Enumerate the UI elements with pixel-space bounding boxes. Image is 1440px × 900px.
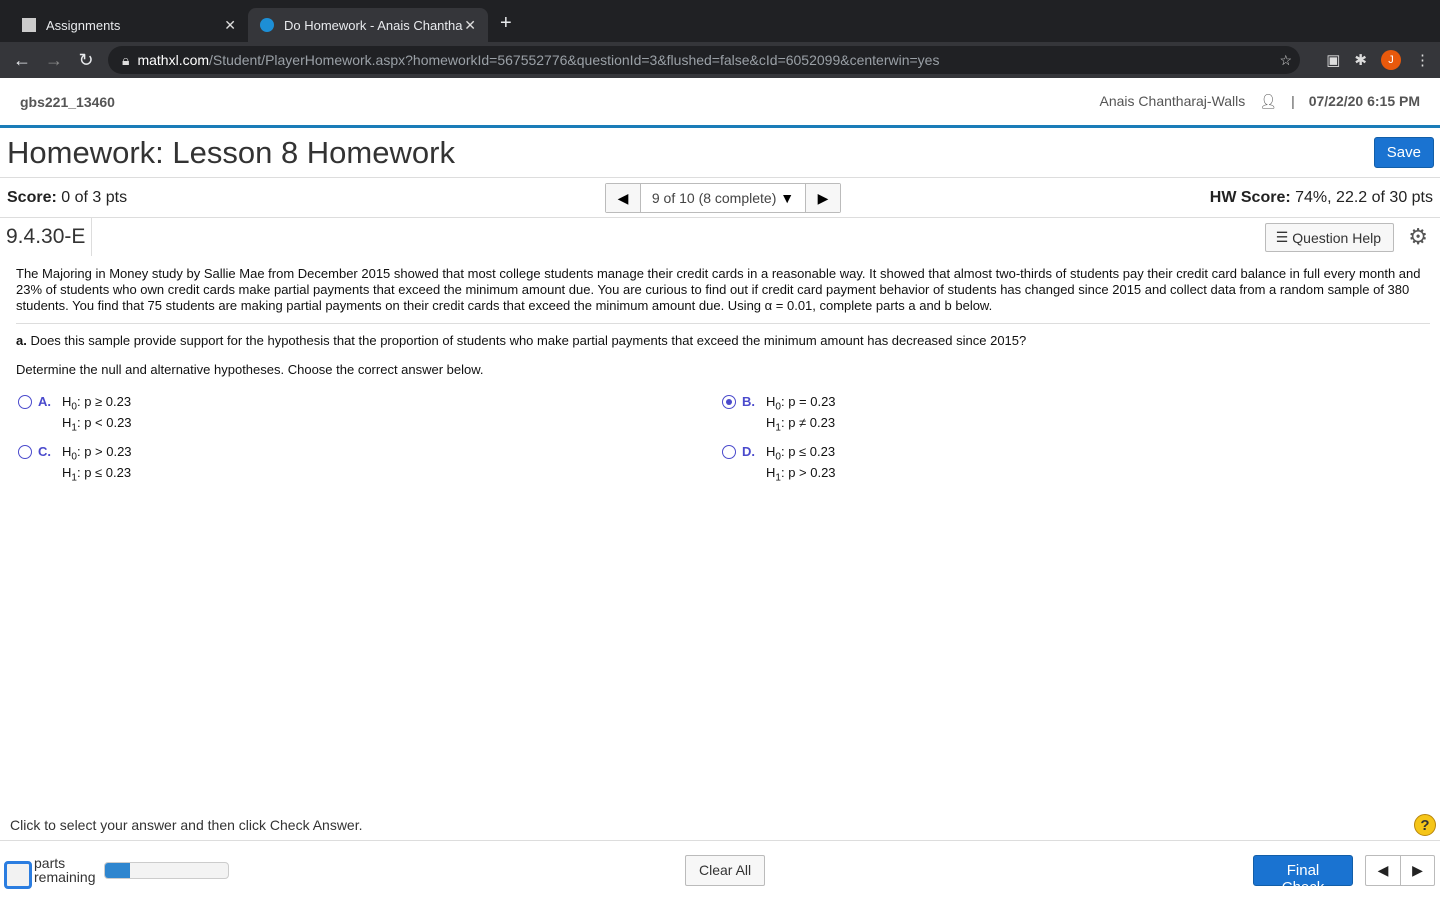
question-help-button[interactable]: ☰ Question Help	[1264, 223, 1394, 252]
footer-question-nav: ◀ ▶	[1365, 855, 1435, 886]
alt-hypothesis: p ≤ 0.23	[84, 465, 132, 480]
choice-letter: D.	[742, 444, 755, 459]
choice-instruction: Determine the null and alternative hypot…	[16, 362, 484, 377]
question-navigator: ◀ 9 of 10 (8 complete) ▼ ▶	[605, 183, 841, 213]
prev-question-button[interactable]: ◀	[1366, 856, 1400, 885]
url-host: mathxl.com	[137, 52, 210, 68]
user-name: Anais Chantharaj-Walls	[1099, 93, 1246, 109]
next-question-button[interactable]: ▶	[1400, 856, 1434, 885]
radio-d[interactable]	[722, 445, 736, 459]
close-icon[interactable]: ✕	[464, 17, 476, 34]
datetime: 07/22/20 6:15 PM	[1308, 93, 1420, 109]
next-question-button[interactable]: ▶	[806, 184, 840, 212]
alt-hypothesis: p ≠ 0.23	[788, 415, 836, 430]
puzzle-icon[interactable]: ✱	[1354, 51, 1367, 69]
back-icon[interactable]: ←	[6, 50, 38, 71]
footer-bar: parts remaining Clear All Final Check ◀ ▶	[0, 840, 1440, 900]
browser-tab-bar: Assignments ✕ Do Homework - Anais Chanth…	[0, 0, 1440, 42]
final-check-button[interactable]: Final Check	[1253, 855, 1353, 896]
alt-hypothesis: p > 0.23	[788, 465, 836, 480]
parts-progress-bar	[104, 862, 229, 879]
radio-a[interactable]	[18, 395, 32, 409]
null-hypothesis: p = 0.23	[788, 394, 836, 409]
question-help-label: Question Help	[1292, 229, 1381, 246]
parts-line-2: remaining	[34, 869, 96, 885]
gear-icon[interactable]: ⚙	[1408, 224, 1428, 250]
radio-b[interactable]	[722, 395, 736, 409]
choice-a[interactable]: A. H0: p ≥ 0.23 H1: p < 0.23	[18, 394, 132, 436]
new-tab-icon[interactable]: +	[500, 12, 512, 35]
star-icon[interactable]: ☆	[1279, 52, 1292, 69]
tab-do-homework[interactable]: Do Homework - Anais Chantha ✕	[248, 8, 488, 42]
close-icon[interactable]: ✕	[224, 17, 236, 34]
tab-label: Assignments	[46, 17, 121, 33]
choice-b[interactable]: B. H0: p = 0.23 H1: p ≠ 0.23	[722, 394, 836, 436]
score-label: Score:	[7, 188, 57, 206]
course-id: gbs221_13460	[20, 93, 115, 110]
list-icon: ☰	[1275, 229, 1289, 245]
score-value: 0 of 3 pts	[61, 188, 128, 206]
alt-hypothesis: p < 0.23	[84, 415, 132, 430]
extension-icon[interactable]: ▣	[1326, 51, 1340, 69]
null-hypothesis: p ≥ 0.23	[84, 394, 132, 409]
question-position: 9 of 10 (8 complete)	[651, 190, 777, 206]
null-hypothesis: p > 0.23	[84, 444, 132, 459]
progress-fill	[105, 863, 130, 878]
parts-remaining-label: parts remaining	[34, 856, 95, 884]
choice-letter: C.	[38, 444, 51, 459]
help-icon[interactable]: ?	[1414, 814, 1436, 836]
question-id: 9.4.30-E	[6, 218, 93, 256]
forward-icon[interactable]: →	[38, 50, 70, 71]
page-title: Homework: Lesson 8 Homework	[7, 134, 455, 170]
part-a-question: Does this sample provide support for the…	[26, 333, 1027, 348]
question-select[interactable]: 9 of 10 (8 complete) ▼	[640, 184, 806, 212]
tab-assignments[interactable]: Assignments ✕	[10, 8, 248, 42]
footer-instruction: Click to select your answer and then cli…	[10, 817, 363, 833]
tab-label: Do Homework - Anais Chantha	[284, 17, 463, 33]
user-icon: 👤︎	[1259, 93, 1278, 109]
part-a-label: a.	[16, 333, 27, 348]
caret-down-icon: ▼	[780, 190, 795, 206]
profile-avatar[interactable]: J	[1381, 50, 1401, 70]
lock-icon: 🔒︎	[122, 51, 130, 68]
reload-icon[interactable]: ↻	[70, 50, 102, 71]
null-hypothesis: p ≤ 0.23	[788, 444, 836, 459]
radio-c[interactable]	[18, 445, 32, 459]
course-header: gbs221_13460 Anais Chantharaj-Walls 👤︎ |…	[0, 78, 1440, 128]
separator: |	[1291, 93, 1295, 109]
menu-icon[interactable]: ⋮	[1415, 51, 1430, 69]
save-button[interactable]: Save	[1373, 137, 1434, 168]
hw-score-label: HW Score:	[1209, 188, 1291, 206]
parts-line-1: parts	[34, 855, 66, 871]
choice-c[interactable]: C. H0: p > 0.23 H1: p ≤ 0.23	[18, 444, 132, 486]
prev-question-button[interactable]: ◀	[606, 184, 640, 212]
choice-letter: A.	[38, 394, 51, 409]
choice-d[interactable]: D. H0: p ≤ 0.23 H1: p > 0.23	[722, 444, 836, 486]
question-stem: The Majoring in Money study by Sallie Ma…	[16, 266, 1430, 324]
part-a-text: a. Does this sample provide support for …	[16, 333, 1424, 349]
url-path: /Student/PlayerHomework.aspx?homeworkId=…	[209, 52, 940, 68]
page-icon	[22, 18, 36, 32]
question-content: The Majoring in Money study by Sallie Ma…	[0, 256, 1440, 504]
url-input[interactable]: 🔒︎ mathxl.com/Student/PlayerHomework.asp…	[108, 46, 1300, 74]
answer-choices: A. H0: p ≥ 0.23 H1: p < 0.23 B. H0: p = 0…	[16, 394, 1424, 504]
pearson-icon	[260, 18, 274, 32]
address-bar-row: ← → ↻ 🔒︎ mathxl.com/Student/PlayerHomewo…	[0, 42, 1440, 78]
parts-icon	[4, 861, 32, 889]
hw-score-value: 74%, 22.2 of 30 pts	[1295, 188, 1433, 206]
choice-letter: B.	[742, 394, 755, 409]
clear-all-button[interactable]: Clear All	[685, 855, 766, 886]
